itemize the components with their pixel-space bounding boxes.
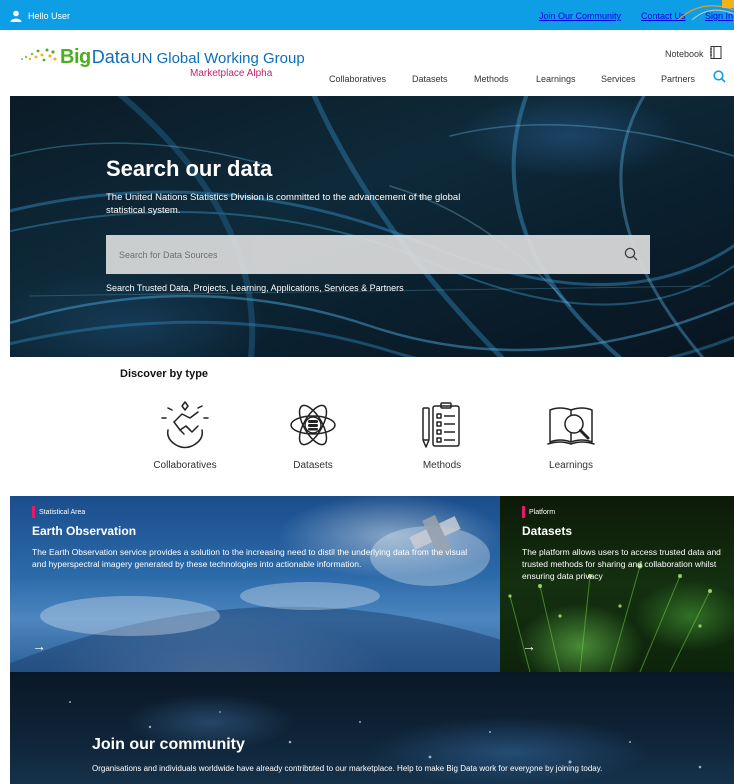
card-tag-label: Platform: [529, 508, 556, 516]
card-description: The platform allows users to access trus…: [522, 547, 721, 581]
data-search-input[interactable]: [106, 235, 606, 274]
notebook-button[interactable]: Notebook: [665, 46, 722, 61]
notebook-label: Notebook: [665, 48, 704, 59]
hero-section: Search our data The United Nations Stati…: [10, 96, 734, 357]
hero-title: Search our data: [106, 156, 273, 181]
card-tag: Platform: [522, 506, 555, 518]
earth-observation-card[interactable]: Statistical Area Earth Observation The E…: [10, 496, 500, 672]
logo-data-text: Data: [91, 47, 130, 67]
user-greeting[interactable]: Hello User: [10, 10, 70, 22]
type-label: Datasets: [293, 460, 333, 471]
earth-satellite-image: [10, 514, 500, 672]
greeting-label: Hello User: [28, 11, 71, 21]
header-search-icon[interactable]: [713, 70, 726, 88]
type-label: Methods: [422, 460, 462, 471]
logo-un-text: UN Global Working Group: [130, 50, 305, 67]
join-community-link[interactable]: Join Our Community: [539, 11, 621, 21]
book-magnifier-icon: [547, 407, 595, 445]
type-label: Learnings: [549, 460, 593, 471]
nav-services[interactable]: Services: [601, 74, 636, 84]
tag-accent-bar: [32, 506, 35, 518]
handshake-icon: [161, 401, 209, 449]
top-bar: Hello User Join Our Community Contact Us…: [0, 0, 734, 30]
corner-decoration: [672, 0, 734, 20]
site-header: Big Data UN Global Working Group Marketp…: [0, 30, 734, 96]
card-title: Datasets: [522, 524, 573, 538]
site-logo[interactable]: Big Data UN Global Working Group: [18, 46, 305, 69]
notebook-icon: [709, 46, 722, 61]
search-icon[interactable]: [624, 247, 638, 266]
nav-partners[interactable]: Partners: [661, 74, 695, 84]
hero-description: The United Nations Statistics Division i…: [106, 192, 461, 216]
user-icon: [10, 10, 22, 22]
type-datasets[interactable]: Datasets: [253, 400, 373, 471]
datasets-card[interactable]: Platform Datasets The platform allows us…: [500, 496, 734, 672]
checklist-icon: [422, 402, 460, 448]
site-tagline: Marketplace Alpha: [190, 68, 273, 79]
type-learnings[interactable]: Learnings: [511, 400, 631, 471]
logo-big-text: Big: [60, 46, 91, 68]
type-label: Collaboratives: [153, 460, 217, 471]
type-list: Collaboratives Datasets Methods Learning…: [0, 400, 734, 490]
nav-collaboratives[interactable]: Collaboratives: [329, 74, 386, 84]
dots-logo-icon: [21, 48, 57, 62]
type-methods[interactable]: Methods: [382, 400, 502, 471]
highway-background-image: [10, 96, 734, 357]
hero-subtitle: Search Trusted Data, Projects, Learning,…: [106, 283, 404, 293]
tag-accent-bar: [522, 506, 525, 518]
card-description: The Earth Observation service provides a…: [32, 547, 468, 569]
atom-database-icon: [290, 404, 336, 446]
community-description: Organisations and individuals worldwide …: [92, 764, 603, 773]
nav-methods[interactable]: Methods: [474, 74, 509, 84]
card-title: Earth Observation: [32, 524, 137, 538]
discover-title: Discover by type: [120, 368, 209, 380]
community-title: Join our community: [92, 736, 245, 753]
nav-datasets[interactable]: Datasets: [412, 74, 448, 84]
type-collaboratives[interactable]: Collaboratives: [125, 400, 245, 471]
community-section: Join our community Organisations and ind…: [10, 672, 734, 784]
nav-learnings[interactable]: Learnings: [536, 74, 576, 84]
arrow-right-icon[interactable]: →: [522, 638, 536, 654]
arrow-right-icon[interactable]: →: [32, 638, 46, 654]
data-search-box: [106, 235, 650, 274]
card-tag: Statistical Area: [32, 506, 85, 518]
card-tag-label: Statistical Area: [39, 508, 86, 516]
